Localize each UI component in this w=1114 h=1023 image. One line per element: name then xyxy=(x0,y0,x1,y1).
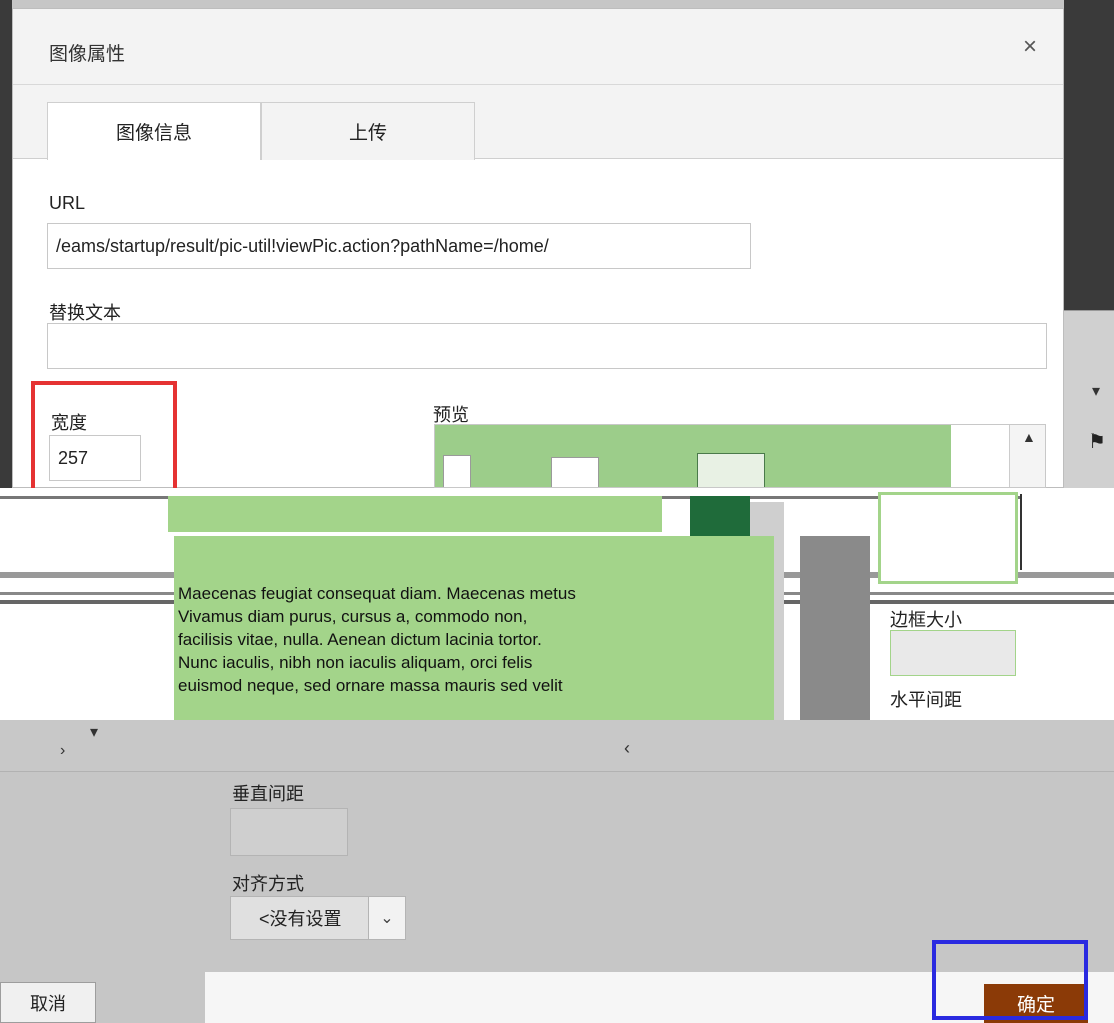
alignment-select[interactable]: <没有设置 ⌄ xyxy=(230,896,406,940)
vertical-spacing-input[interactable] xyxy=(230,808,348,856)
cancel-button-label: 取消 xyxy=(30,993,66,1014)
horizontal-spacing-label: 水平间距 xyxy=(890,690,962,710)
tab-image-info[interactable]: 图像信息 xyxy=(47,102,261,160)
backdrop-flag-icon: ⚑ xyxy=(1088,431,1106,453)
vertical-spacing-label: 垂直间距 xyxy=(232,784,304,804)
backdrop-edge-right xyxy=(1064,0,1114,310)
preview-pane: ▲ xyxy=(434,424,1046,488)
tab-image-info-label: 图像信息 xyxy=(115,123,192,144)
preview-image xyxy=(435,425,951,487)
width-highlight-box xyxy=(31,381,177,497)
alt-text-input[interactable] xyxy=(47,323,1047,369)
border-size-input[interactable] xyxy=(890,630,1016,676)
backdrop-dropdown-icon: ▾ xyxy=(1092,383,1101,400)
chevron-left-icon: ‹ xyxy=(624,738,630,758)
backdrop-edge-left xyxy=(0,0,12,488)
preview-text-line: Nunc iaculis, nibh non iaculis aliquam, … xyxy=(178,653,533,672)
dialog-title: 图像属性 xyxy=(49,44,126,65)
cancel-button[interactable]: 取消 xyxy=(0,982,96,1023)
border-size-label: 边框大小 xyxy=(890,610,962,630)
chevron-down-icon: ▾ xyxy=(90,724,99,741)
preview-text-line: facilisis vitae, nulla. Aenean dictum la… xyxy=(178,630,542,649)
preview-scrollbar[interactable]: ▲ xyxy=(1009,425,1045,487)
url-input[interactable] xyxy=(47,223,751,269)
close-icon[interactable]: × xyxy=(1023,35,1037,59)
image-properties-dialog: 图像属性 × 图像信息 上传 URL 替换文本 宽度 预览 xyxy=(12,8,1064,497)
dialog-header: 图像属性 × xyxy=(13,9,1063,85)
tab-upload-label: 上传 xyxy=(348,123,387,144)
url-label: URL xyxy=(49,193,86,213)
tab-bar: 图像信息 上传 xyxy=(13,85,1063,160)
backdrop-toolbar-right: ▾ ⚑ xyxy=(1064,310,1114,488)
scroll-up-icon[interactable]: ▲ xyxy=(1022,429,1036,445)
alignment-label: 对齐方式 xyxy=(232,874,304,894)
artifact-image-strip xyxy=(168,496,662,532)
chevron-right-icon: › xyxy=(60,742,66,759)
preview-text-line: euismod neque, sed ornare massa mauris s… xyxy=(178,676,563,695)
document-icon xyxy=(443,455,471,487)
alignment-value: <没有设置 xyxy=(259,909,342,929)
preview-lorem-text: Maecenas feugiat consequat diam. Maecena… xyxy=(174,536,774,720)
spreadsheet-icon xyxy=(697,453,765,487)
backdrop-row: ▾ › ‹ xyxy=(0,720,1114,772)
tab-upload[interactable]: 上传 xyxy=(261,102,475,160)
chevron-down-icon[interactable]: ⌄ xyxy=(368,897,405,939)
alt-text-label: 替换文本 xyxy=(49,303,121,323)
preview-text-line: Vivamus diam purus, cursus a, commodo no… xyxy=(178,607,528,626)
ok-highlight-box xyxy=(932,940,1088,1020)
document-icon xyxy=(551,457,599,487)
artifact-small-frame xyxy=(878,492,1018,584)
artifact-dark-block xyxy=(1020,494,1114,570)
artifact-grey-column xyxy=(800,536,870,720)
preview-text-line: Maecenas feugiat consequat diam. Maecena… xyxy=(174,582,774,605)
